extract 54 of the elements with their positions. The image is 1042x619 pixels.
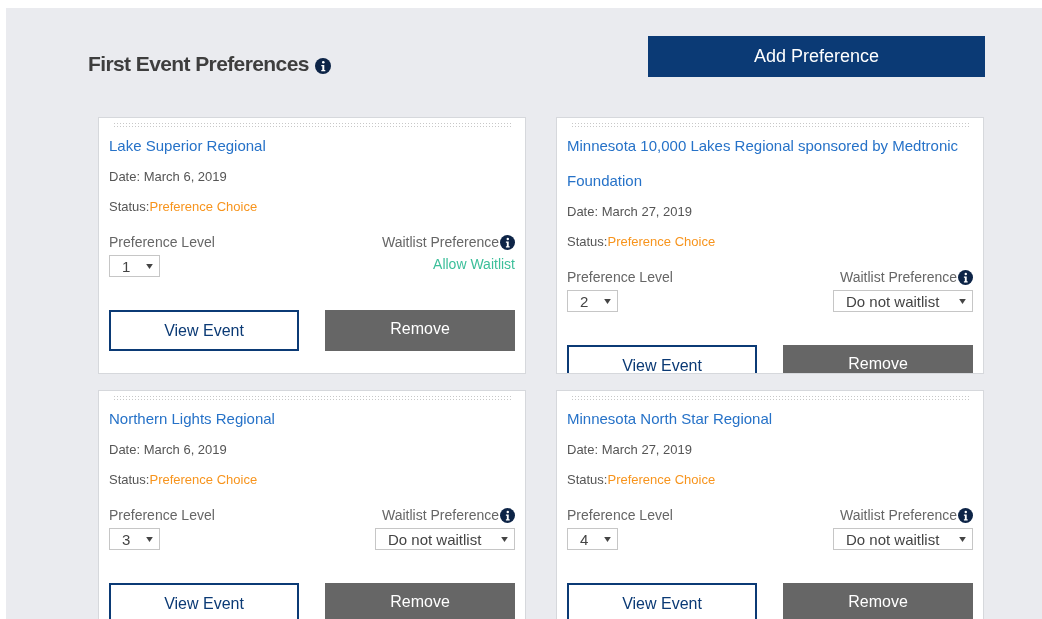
waitlist-value: Allow Waitlist — [433, 256, 515, 272]
dropdown-caret-icon — [604, 298, 611, 304]
preference-level-label: Preference Level — [109, 234, 215, 250]
remove-button[interactable]: Remove — [783, 345, 973, 373]
preference-level-select[interactable]: 3 — [109, 528, 160, 550]
status-value: Preference Choice — [149, 199, 258, 214]
remove-button[interactable]: Remove — [325, 583, 515, 619]
preference-level-select[interactable]: 4 — [567, 528, 618, 550]
waitlist-select[interactable]: Do not waitlist — [833, 528, 973, 550]
view-event-button[interactable]: View Event — [567, 345, 757, 373]
dropdown-caret-icon — [959, 298, 966, 304]
dropdown-caret-icon — [146, 263, 153, 269]
event-title-link[interactable]: Minnesota North Star Regional — [567, 401, 973, 436]
waitlist-preference-label: Waitlist Preference — [840, 269, 957, 285]
dropdown-caret-icon — [146, 536, 153, 542]
add-preference-button[interactable]: Add Preference — [648, 36, 985, 77]
status-label: Status: — [109, 199, 150, 214]
status-label: Status: — [567, 472, 608, 487]
preference-level-label: Preference Level — [567, 507, 673, 523]
view-event-button[interactable]: View Event — [109, 310, 299, 351]
event-date: Date: March 27, 2019 — [567, 204, 694, 220]
preference-level-label: Preference Level — [109, 507, 215, 523]
event-title-link[interactable]: Minnesota 10,000 Lakes Regional sponsored by Medtronic Foundation — [567, 128, 973, 198]
status-value: Preference Choice — [607, 234, 716, 249]
waitlist-select[interactable]: Do not waitlist — [833, 290, 973, 312]
waitlist-preference-label: Waitlist Preference — [382, 507, 499, 523]
info-icon[interactable] — [500, 507, 515, 523]
event-date: Date: March 6, 2019 — [109, 442, 228, 458]
event-title-link[interactable]: Lake Superior Regional — [109, 128, 515, 163]
view-event-button[interactable]: View Event — [109, 583, 299, 619]
remove-button[interactable]: Remove — [783, 583, 973, 619]
waitlist-select[interactable]: Do not waitlist — [375, 528, 515, 550]
info-icon[interactable] — [958, 269, 973, 285]
event-title-link[interactable]: Northern Lights Regional — [109, 401, 515, 436]
status-label: Status: — [567, 234, 608, 249]
preference-level-label: Preference Level — [567, 269, 673, 285]
dropdown-caret-icon — [604, 536, 611, 542]
dropdown-caret-icon — [501, 536, 508, 542]
preference-level-select[interactable]: 2 — [567, 290, 618, 312]
status-label: Status: — [109, 472, 150, 487]
remove-button[interactable]: Remove — [325, 310, 515, 351]
dropdown-caret-icon — [959, 536, 966, 542]
info-icon[interactable] — [500, 234, 515, 250]
waitlist-preference-label: Waitlist Preference — [840, 507, 957, 523]
status-value: Preference Choice — [149, 472, 258, 487]
event-date: Date: March 27, 2019 — [567, 442, 694, 458]
info-icon[interactable] — [958, 507, 973, 523]
event-date: Date: March 6, 2019 — [109, 169, 228, 185]
page-heading: First Event Preferences — [88, 52, 309, 76]
status-value: Preference Choice — [607, 472, 716, 487]
waitlist-preference-label: Waitlist Preference — [382, 234, 499, 250]
preference-level-select[interactable]: 1 — [109, 255, 160, 277]
view-event-button[interactable]: View Event — [567, 583, 757, 619]
info-icon[interactable] — [314, 57, 331, 74]
